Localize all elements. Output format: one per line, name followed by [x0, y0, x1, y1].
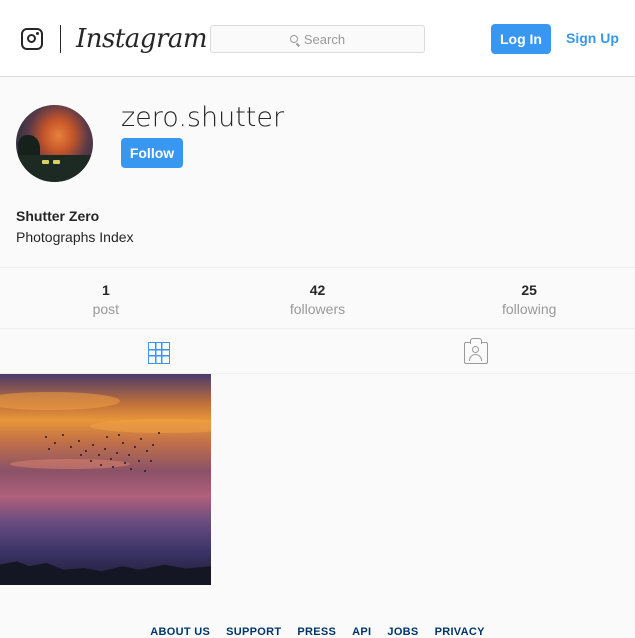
bird-speck [128, 454, 130, 456]
stat-following-count: 25 [521, 282, 537, 298]
tagged-head [472, 346, 479, 353]
footer-link-about[interactable]: ABOUT US [150, 626, 210, 638]
footer-link-support[interactable]: SUPPORT [226, 626, 281, 638]
search-placeholder: Search [303, 31, 346, 47]
camera-flash-dot [36, 32, 39, 35]
bird-speck [45, 436, 47, 438]
bird-speck [122, 442, 124, 444]
tagged-body [469, 354, 482, 361]
bird-speck [85, 450, 87, 452]
footer-link-jobs[interactable]: JOBS [387, 626, 418, 638]
bird-speck [106, 436, 108, 438]
bird-speck [110, 458, 112, 460]
instagram-camera-icon[interactable] [21, 28, 43, 50]
cloud-streak [0, 392, 120, 410]
signup-link[interactable]: Sign Up [566, 30, 619, 46]
bird-speck [48, 448, 50, 450]
post-thumbnail[interactable] [0, 374, 211, 585]
bird-speck [134, 446, 136, 448]
bird-speck [152, 444, 154, 446]
bird-speck [124, 462, 126, 464]
profile-stats: 1 post 42 followers 25 following [0, 267, 635, 329]
avatar-car [53, 160, 60, 164]
bird-speck [78, 440, 80, 442]
profile-bio: Photographs Index [16, 229, 134, 245]
bird-speck [158, 432, 160, 434]
tagged-photo-icon[interactable] [464, 338, 488, 364]
bird-speck [146, 450, 148, 452]
bird-speck [54, 442, 56, 444]
bird-speck [92, 444, 94, 446]
grid-icon[interactable] [148, 342, 170, 364]
logo-divider [60, 25, 61, 53]
stat-following-label: following [501, 301, 557, 317]
bird-speck [62, 434, 64, 436]
stat-posts-count: 1 [101, 282, 110, 298]
stat-followers-count: 42 [309, 282, 326, 298]
bird-speck [104, 448, 106, 450]
stat-followers[interactable]: 42 followers [212, 268, 424, 328]
stat-posts: 1 post [0, 268, 212, 328]
search-icon [289, 35, 298, 43]
bird-speck [138, 460, 140, 462]
footer-link-privacy[interactable]: PRIVACY [435, 626, 485, 638]
stat-followers-label: followers [289, 301, 346, 317]
camera-lens [27, 34, 36, 43]
bird-speck [116, 452, 118, 454]
footer-links: ABOUT US SUPPORT PRESS API JOBS PRIVACY [0, 626, 635, 638]
footer-link-api[interactable]: API [352, 626, 371, 638]
tree-skyline [0, 561, 211, 585]
bird-speck [144, 470, 146, 472]
bird-speck [112, 466, 114, 468]
profile-avatar [16, 105, 93, 182]
stat-posts-label: post [92, 301, 120, 317]
stat-following[interactable]: 25 following [423, 268, 635, 328]
bird-speck [150, 460, 152, 462]
profile-full-name: Shutter Zero [16, 208, 100, 224]
search-input[interactable]: Search [210, 25, 425, 53]
profile-username: zero.shutter [121, 102, 285, 133]
follow-button[interactable]: Follow [121, 138, 183, 168]
login-button[interactable]: Log In [491, 24, 551, 54]
bird-speck [140, 438, 142, 440]
bird-flock [40, 424, 170, 484]
bird-speck [70, 446, 72, 448]
bird-speck [100, 464, 102, 466]
bird-speck [90, 460, 92, 462]
bird-speck [130, 468, 132, 470]
instagram-wordmark-logo[interactable]: Instagram [76, 24, 208, 54]
bird-speck [118, 434, 120, 436]
profile-tabs [0, 329, 635, 374]
avatar-car [42, 160, 49, 164]
top-navigation-bar: Instagram Search Log In Sign Up [0, 0, 635, 77]
bird-speck [98, 454, 100, 456]
footer-link-press[interactable]: PRESS [297, 626, 336, 638]
bird-speck [80, 454, 82, 456]
